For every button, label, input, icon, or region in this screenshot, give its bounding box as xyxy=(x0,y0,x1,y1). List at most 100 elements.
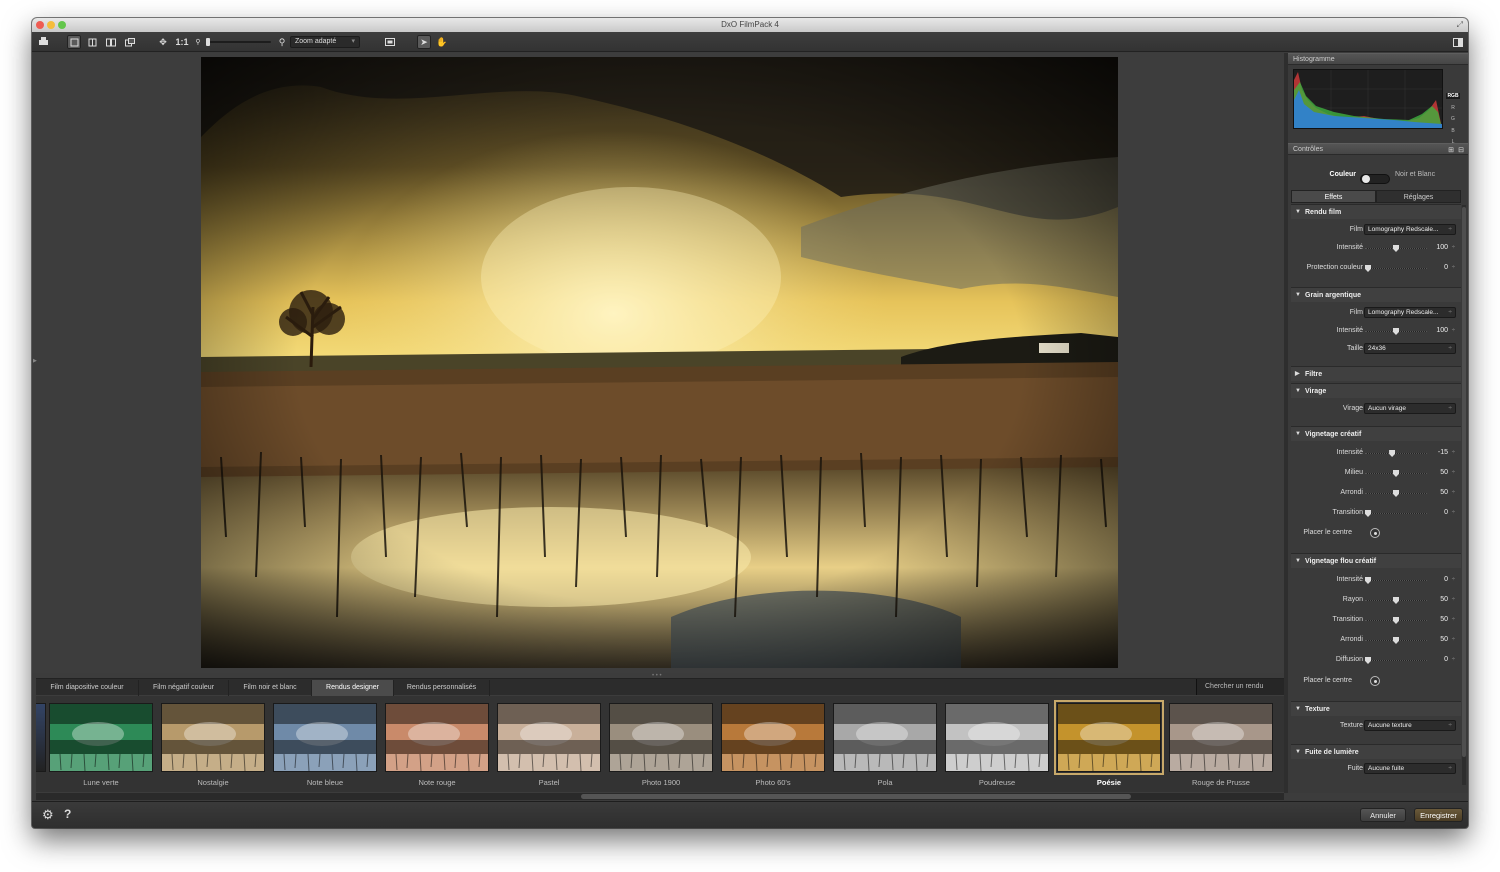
section-rendu-film[interactable]: ▼ Rendu film xyxy=(1291,204,1461,219)
fit-screen-icon[interactable] xyxy=(383,35,397,49)
flou-intensite-value[interactable]: 0 xyxy=(1430,575,1455,585)
tab-rendus-personnalises[interactable]: Rendus personnalisés xyxy=(394,680,490,696)
flou-arrondi-slider[interactable] xyxy=(1365,637,1427,644)
milieu-slider[interactable] xyxy=(1365,470,1427,477)
section-vignetage[interactable]: ▼ Vignetage créatif xyxy=(1291,426,1461,441)
tab-rendus-designer[interactable]: Rendus designer xyxy=(312,680,394,696)
left-panel-expand-icon[interactable]: ▶ xyxy=(33,358,37,364)
flou-place-center-button[interactable] xyxy=(1370,676,1380,686)
section-virage[interactable]: ▼ Virage xyxy=(1291,383,1461,398)
milieu-value[interactable]: 50 xyxy=(1430,468,1455,478)
zoom-mode-select[interactable]: Zoom adapté ▾ xyxy=(290,36,360,48)
section-fuite[interactable]: ▼ Fuite de lumière xyxy=(1291,744,1461,759)
preset-thumbnail[interactable] xyxy=(1054,700,1164,775)
slider-knob[interactable] xyxy=(1393,637,1399,644)
zoom-slider-knob[interactable] xyxy=(206,38,210,46)
flou-transition-value[interactable]: 50 xyxy=(1430,615,1455,625)
rayon-slider[interactable] xyxy=(1365,597,1427,604)
grain-film-select[interactable]: Lomography Redscale... xyxy=(1364,307,1456,318)
flou-arrondi-value[interactable]: 50 xyxy=(1430,635,1455,645)
channel-r[interactable]: R xyxy=(1446,105,1460,111)
rendu-film-select[interactable]: Lomography Redscale... xyxy=(1364,224,1456,235)
section-texture[interactable]: ▼ Texture xyxy=(1291,701,1461,716)
move-icon[interactable]: ✥ xyxy=(156,35,170,49)
vig-place-center-button[interactable] xyxy=(1370,528,1380,538)
fullscreen-icon[interactable]: ⤢ xyxy=(1457,18,1463,32)
vig-transition-slider[interactable] xyxy=(1365,510,1427,517)
slider-knob[interactable] xyxy=(1393,490,1399,497)
section-grain[interactable]: ▼ Grain argentique xyxy=(1291,287,1461,302)
section-filtre[interactable]: ▶ Filtre xyxy=(1291,366,1461,381)
slider-knob[interactable] xyxy=(1393,470,1399,477)
tab-film-noir-blanc[interactable]: Film noir et blanc xyxy=(229,680,312,696)
preset-thumbnail[interactable] xyxy=(385,703,489,772)
slider-knob[interactable] xyxy=(1393,245,1399,252)
slider-knob[interactable] xyxy=(1365,657,1371,664)
preset-thumbnail[interactable] xyxy=(609,703,713,772)
flou-transition-slider[interactable] xyxy=(1365,617,1427,624)
vig-arrondi-slider[interactable] xyxy=(1365,490,1427,497)
taille-select[interactable]: 24x36 xyxy=(1364,343,1456,354)
add-preset-icon[interactable]: ⊞ xyxy=(1448,145,1454,156)
vig-arrondi-value[interactable]: 50 xyxy=(1430,488,1455,498)
panel-toggle-icon[interactable] xyxy=(1452,35,1464,49)
grain-intensite-slider[interactable] xyxy=(1365,328,1427,335)
preset-thumbnail[interactable] xyxy=(945,703,1049,772)
slider-knob[interactable] xyxy=(1393,597,1399,604)
flou-intensite-slider[interactable] xyxy=(1365,577,1427,584)
minimize-window-button[interactable] xyxy=(47,21,55,29)
preset-thumbnail[interactable] xyxy=(721,703,825,772)
image-viewer[interactable]: ▶ xyxy=(32,53,1284,673)
zoom-window-button[interactable] xyxy=(58,21,66,29)
tab-film-negatif[interactable]: Film négatif couleur xyxy=(139,680,229,696)
preset-search-input[interactable]: Chercher un rendu xyxy=(1196,679,1284,695)
controls-scrollbar[interactable] xyxy=(1462,205,1466,785)
settings-gear-icon[interactable]: ⚙ xyxy=(42,807,54,823)
main-photo[interactable] xyxy=(201,57,1118,668)
fuite-select[interactable]: Aucune fuite xyxy=(1364,763,1456,774)
close-window-button[interactable] xyxy=(36,21,44,29)
slider-knob[interactable] xyxy=(1393,328,1399,335)
rendu-intensite-slider[interactable] xyxy=(1365,245,1427,252)
slider-knob[interactable] xyxy=(1389,450,1396,457)
slider-knob[interactable] xyxy=(1365,265,1371,272)
preset-thumbnail[interactable] xyxy=(273,703,377,772)
hand-tool-icon[interactable]: ✋ xyxy=(435,35,449,49)
slider-knob[interactable] xyxy=(1365,577,1371,584)
color-bw-toggle[interactable] xyxy=(1360,174,1390,184)
vig-transition-value[interactable]: 0 xyxy=(1430,508,1455,518)
split-view-icon[interactable] xyxy=(104,35,118,49)
strip-scrollbar[interactable] xyxy=(36,793,1284,800)
texture-select[interactable]: Aucune texture xyxy=(1364,720,1456,731)
channel-g[interactable]: G xyxy=(1446,116,1460,122)
tab-effets[interactable]: Effets xyxy=(1291,190,1376,203)
preset-thumbnail[interactable] xyxy=(161,703,265,772)
pointer-tool-icon[interactable]: ➤ xyxy=(417,35,431,49)
diffusion-slider[interactable] xyxy=(1365,657,1427,664)
zoom-slider[interactable] xyxy=(206,38,271,46)
single-view-icon[interactable] xyxy=(67,35,81,49)
channel-rgb[interactable]: RGB xyxy=(1446,93,1460,99)
grain-intensite-value[interactable]: 100 xyxy=(1430,326,1455,336)
vig-intensite-slider[interactable] xyxy=(1365,450,1427,457)
zoom-out-icon[interactable]: ⚲ xyxy=(194,35,202,49)
slider-knob[interactable] xyxy=(1365,510,1371,517)
tab-reglages[interactable]: Réglages xyxy=(1376,190,1461,203)
vig-intensite-value[interactable]: -15 xyxy=(1430,448,1455,458)
protection-value[interactable]: 0 xyxy=(1430,263,1455,273)
cancel-button[interactable]: Annuler xyxy=(1360,808,1406,822)
channel-b[interactable]: B xyxy=(1446,128,1460,134)
diffusion-value[interactable]: 0 xyxy=(1430,655,1455,665)
compare-view-icon[interactable] xyxy=(123,35,137,49)
tab-film-diapositive[interactable]: Film diapositive couleur xyxy=(36,680,139,696)
before-after-view-icon[interactable] xyxy=(85,35,99,49)
print-icon[interactable] xyxy=(36,35,50,49)
rendu-intensite-value[interactable]: 100 xyxy=(1430,243,1455,253)
zoom-in-icon[interactable]: ⚲ xyxy=(277,35,287,49)
preset-thumbnail[interactable] xyxy=(49,703,153,772)
help-icon[interactable]: ? xyxy=(64,807,71,821)
preset-thumbnail[interactable] xyxy=(497,703,601,772)
zoom-ratio-button[interactable]: 1:1 xyxy=(175,35,189,49)
preset-thumb-partial[interactable] xyxy=(36,703,46,772)
virage-select[interactable]: Aucun virage xyxy=(1364,403,1456,414)
